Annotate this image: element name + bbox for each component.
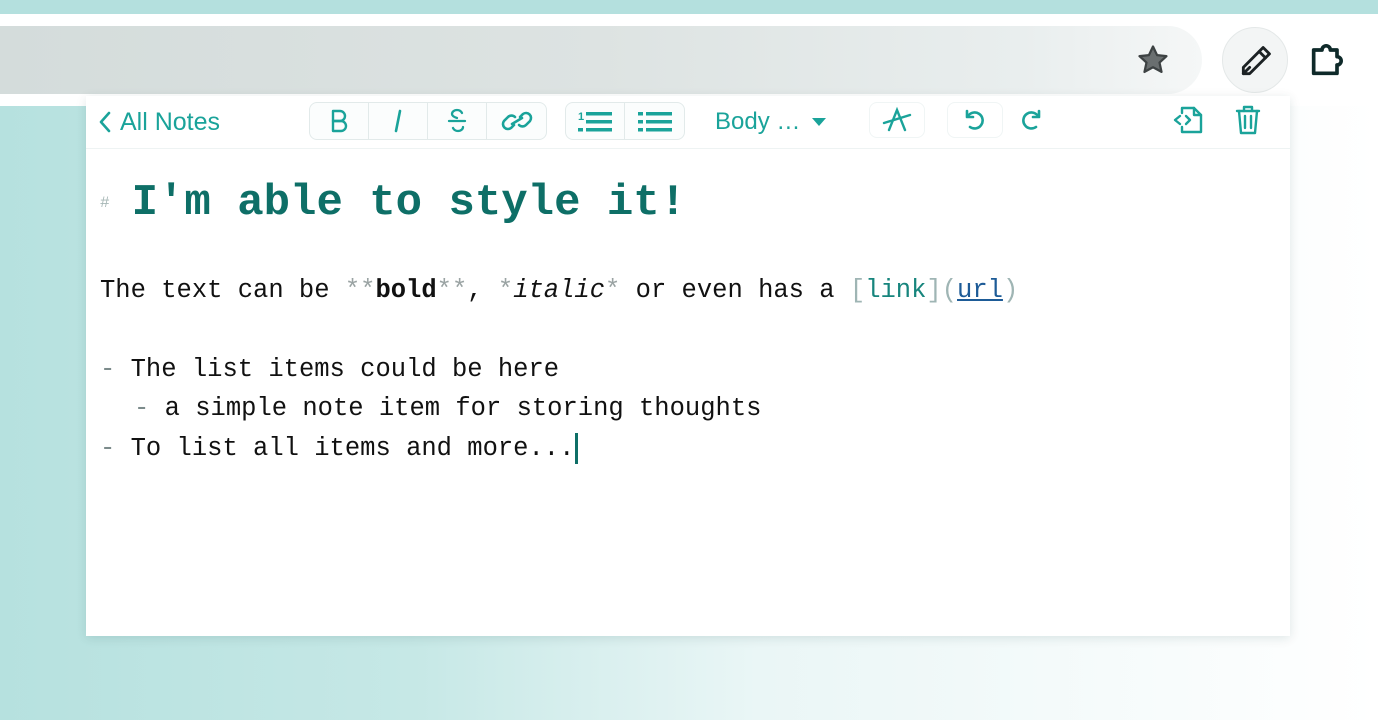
link-button[interactable] bbox=[487, 103, 546, 139]
svg-text:1: 1 bbox=[578, 111, 584, 123]
italic-close-marker: * bbox=[605, 276, 621, 305]
browser-top-strip bbox=[0, 0, 1378, 14]
middle-text: or even has a bbox=[620, 276, 850, 305]
redo-button[interactable] bbox=[1003, 102, 1059, 138]
text-cursor bbox=[575, 433, 579, 464]
format-button-group bbox=[309, 102, 547, 140]
pencil-extension-button[interactable] bbox=[1222, 27, 1288, 93]
link-icon bbox=[501, 111, 532, 131]
clear-format-button[interactable] bbox=[869, 102, 925, 138]
ordered-list-icon: 1 bbox=[578, 111, 612, 132]
bold-open-marker: ** bbox=[344, 276, 376, 305]
clear-format-icon bbox=[882, 106, 912, 132]
italic-open-marker: * bbox=[497, 276, 514, 305]
pencil-icon bbox=[1241, 46, 1271, 76]
back-label: All Notes bbox=[120, 107, 221, 136]
list-item-text: To list all items and more... bbox=[130, 434, 575, 464]
delete-note-button[interactable] bbox=[1220, 102, 1276, 138]
puzzle-icon[interactable] bbox=[1307, 40, 1347, 80]
undo-icon bbox=[965, 109, 984, 130]
paragraph-line: The text can be **bold**, *italic* or ev… bbox=[100, 276, 1018, 305]
link-close-bracket: ) bbox=[1002, 276, 1019, 305]
bold-text: bold bbox=[375, 276, 437, 305]
link-url[interactable]: url bbox=[957, 276, 1003, 305]
bold-button[interactable] bbox=[310, 103, 369, 139]
list-item: - a simple note item for storing thought… bbox=[134, 394, 761, 423]
list-item-text: a simple note item for storing thoughts bbox=[164, 394, 762, 423]
note-editor-window: All Notes 1 Body … # I'm able to style i… bbox=[86, 96, 1290, 636]
list-marker: - bbox=[134, 394, 150, 423]
chevron-left-icon bbox=[99, 111, 111, 133]
italic-text: italic bbox=[513, 276, 606, 305]
heading-text: I'm able to style it! bbox=[131, 178, 687, 228]
caret-down-icon bbox=[812, 118, 827, 126]
undo-button[interactable] bbox=[947, 102, 1003, 138]
list-item: - The list items could be here bbox=[100, 355, 559, 384]
editor-toolbar: All Notes 1 Body … bbox=[86, 96, 1290, 149]
star-icon[interactable] bbox=[1136, 43, 1170, 77]
italic-button[interactable] bbox=[369, 103, 428, 139]
link-mid-bracket: ]( bbox=[926, 276, 958, 305]
unordered-list-button[interactable] bbox=[625, 103, 684, 139]
strikethrough-button[interactable] bbox=[428, 103, 487, 139]
export-code-button[interactable] bbox=[1161, 102, 1217, 138]
redo-icon bbox=[1022, 109, 1041, 130]
trash-icon bbox=[1235, 105, 1261, 135]
bold-icon bbox=[331, 109, 348, 133]
link-open-bracket: [ bbox=[849, 276, 866, 305]
address-bar[interactable] bbox=[0, 26, 1202, 94]
text-style-select[interactable]: Body … bbox=[715, 106, 827, 138]
list-button-group: 1 bbox=[565, 102, 685, 140]
list-item: - To list all items and more... bbox=[100, 433, 579, 464]
all-notes-back-button[interactable]: All Notes bbox=[98, 106, 220, 138]
list-item-text: The list items could be here bbox=[130, 355, 560, 384]
bold-close-marker: ** bbox=[436, 276, 468, 305]
separator-text: , bbox=[467, 276, 498, 305]
paragraph-prefix: The text can be bbox=[100, 276, 345, 305]
italic-icon bbox=[394, 109, 402, 133]
heading-marker: # bbox=[100, 194, 110, 212]
heading-line: # I'm able to style it! bbox=[100, 178, 686, 228]
link-text: link bbox=[865, 276, 927, 305]
list-marker: - bbox=[100, 355, 116, 384]
export-code-icon bbox=[1173, 106, 1203, 134]
text-style-value: Body … bbox=[715, 108, 801, 135]
unordered-list-icon bbox=[637, 112, 672, 132]
list-marker: - bbox=[100, 434, 116, 464]
strikethrough-icon bbox=[447, 108, 467, 133]
ordered-list-button[interactable]: 1 bbox=[566, 103, 625, 139]
